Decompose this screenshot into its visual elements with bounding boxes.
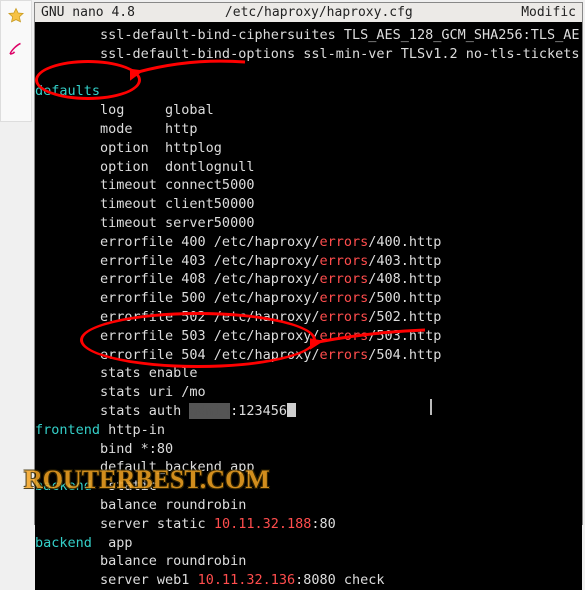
text-cursor — [430, 399, 432, 415]
star-icon — [7, 7, 25, 25]
nano-titlebar: GNU nano 4.8 /etc/haproxy/haproxy.cfg Mo… — [35, 3, 582, 22]
nano-buffer[interactable]: ssl-default-bind-ciphersuites TLS_AES_12… — [35, 22, 582, 590]
brush-icon — [7, 39, 25, 57]
nano-file-path: /etc/haproxy/haproxy.cfg — [225, 5, 413, 20]
nano-modified: Modific — [521, 5, 576, 20]
host-left-toolbar — [0, 0, 32, 122]
terminal-window: GNU nano 4.8 /etc/haproxy/haproxy.cfg Mo… — [34, 2, 583, 525]
nano-app-version: GNU nano 4.8 — [41, 5, 135, 20]
